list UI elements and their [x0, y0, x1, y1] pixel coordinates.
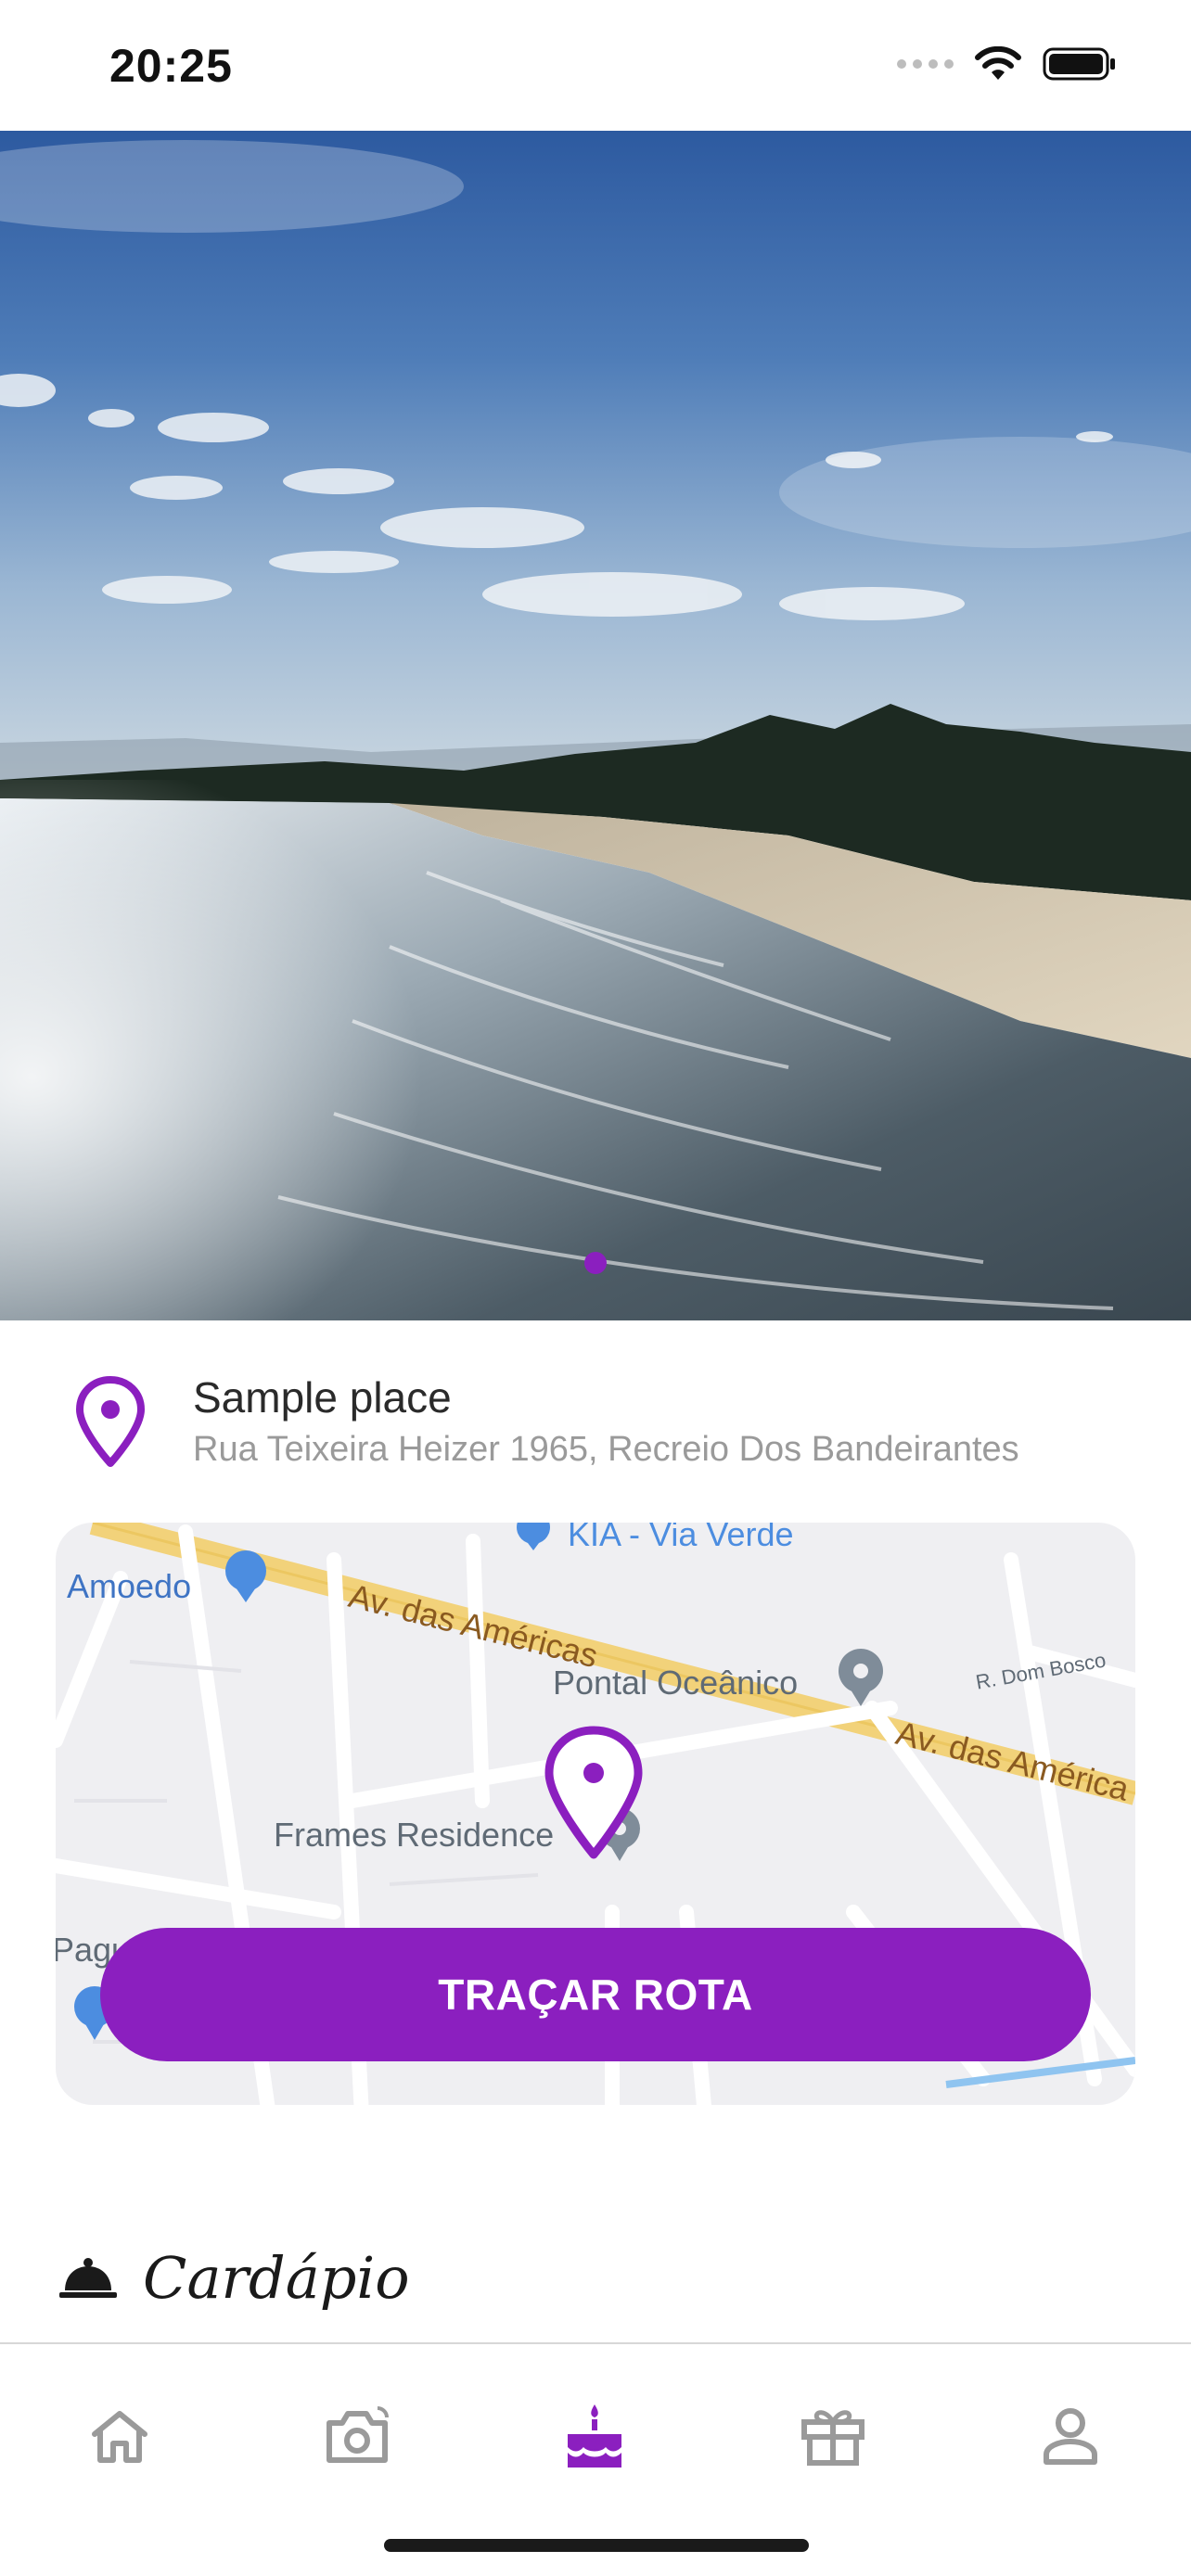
wifi-icon: [975, 46, 1021, 80]
tab-menu[interactable]: [544, 2385, 646, 2487]
cloche-icon: [59, 2257, 117, 2298]
status-time: 20:25: [109, 40, 233, 92]
trace-route-button[interactable]: TRAÇAR ROTA: [100, 1928, 1091, 2061]
map-label-amoedo: Amoedo: [67, 1567, 192, 1605]
poi-marker-kia: [517, 1523, 550, 1550]
gift-icon: [801, 2410, 864, 2466]
map-label-kia: KIA - Via Verde: [568, 1523, 794, 1553]
map-label-frames: Frames Residence: [274, 1816, 555, 1854]
map-label-pontal: Pontal Oceânico: [553, 1664, 799, 1702]
camera-icon: [327, 2406, 389, 2463]
profile-icon: [1044, 2408, 1097, 2465]
home-indicator: [384, 2539, 809, 2552]
menu-section-header: Cardápio: [59, 2244, 410, 2312]
tab-gifts[interactable]: [782, 2385, 884, 2487]
place-address: Rua Teixeira Heizer 1965, Recreio Dos Ba…: [193, 1430, 1019, 1469]
poi-marker-shop: [225, 1550, 266, 1602]
battery-icon: [1043, 47, 1115, 81]
poi-marker-pontal: [839, 1649, 883, 1706]
tab-home[interactable]: [69, 2385, 171, 2487]
home-icon: [92, 2411, 147, 2463]
cake-icon: [568, 2404, 621, 2468]
place-name: Sample place: [193, 1373, 452, 1422]
status-icons: [897, 46, 1117, 82]
tab-camera[interactable]: [306, 2385, 408, 2487]
carousel-indicator[interactable]: [584, 1252, 607, 1274]
place-info: Sample place Rua Teixeira Heizer 1965, R…: [0, 1320, 1191, 1524]
status-bar: 20:25: [0, 0, 1191, 131]
tab-profile[interactable]: [1019, 2385, 1121, 2487]
cellular-signal-icon: [897, 59, 954, 69]
location-pin-icon: [76, 1376, 145, 1467]
section-title: Cardápio: [143, 2244, 410, 2312]
beach-photo: [0, 131, 1191, 1320]
hero-photo[interactable]: [0, 131, 1191, 1320]
